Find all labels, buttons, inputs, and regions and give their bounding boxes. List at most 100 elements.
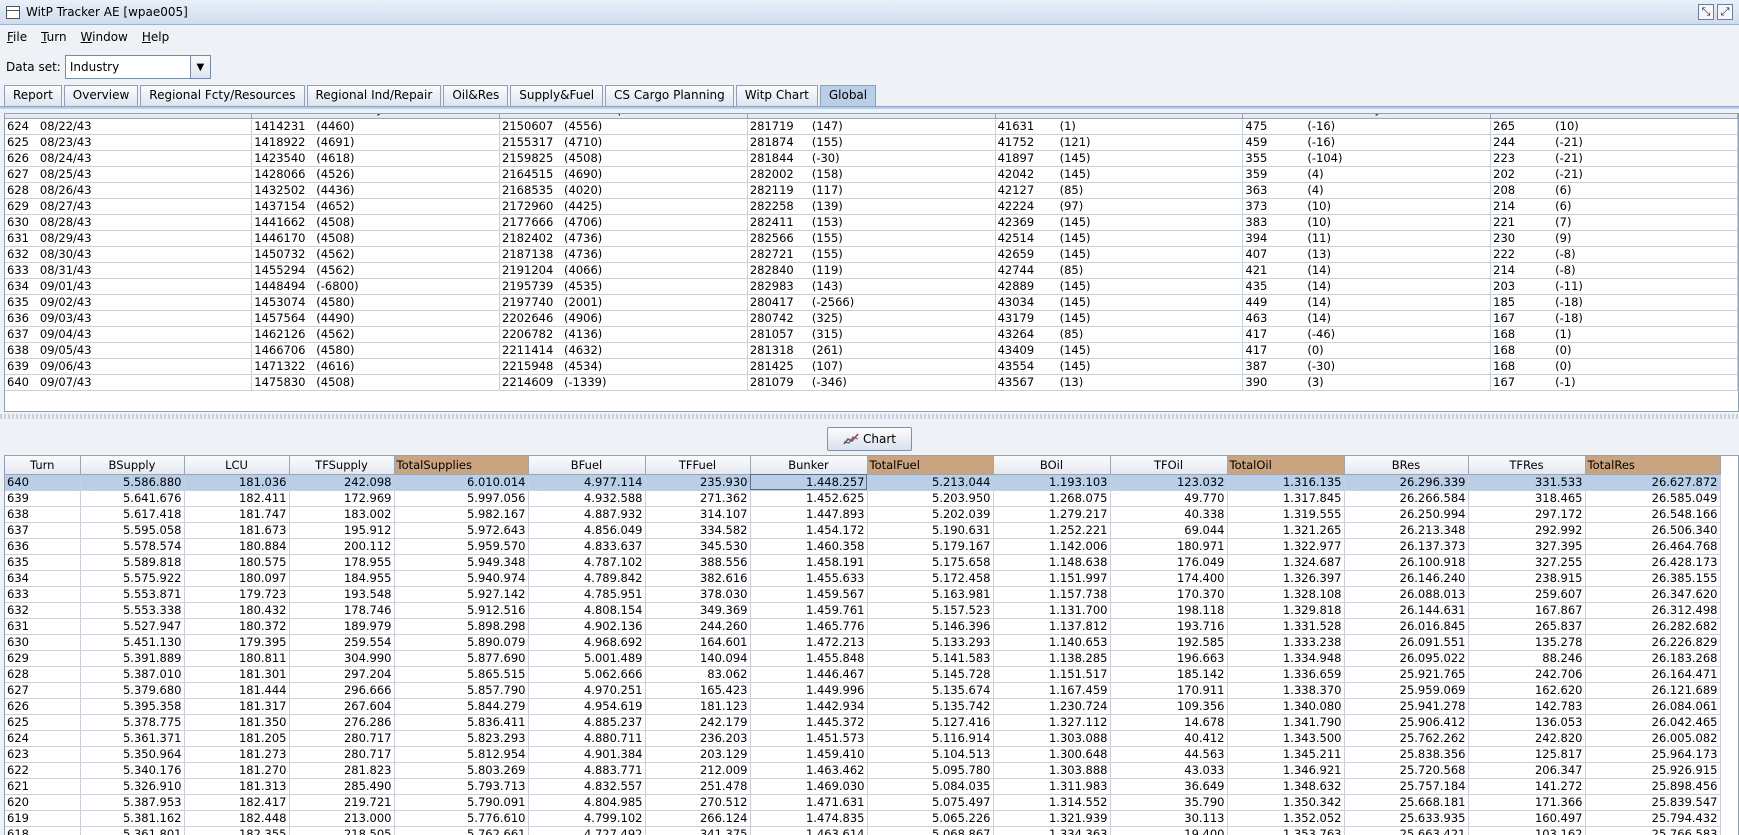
bottom-table-panel[interactable]: Turn BSupply LCU TFSupply TotalSupplies BFuel… — [4, 455, 1739, 835]
cell-boil: 1.314.552 — [993, 794, 1111, 811]
table-row[interactable]: 628 5.387.010 181.301 297.204 5.865.515 5.062… — [5, 666, 1721, 683]
chart-button[interactable]: Chart — [827, 427, 912, 451]
column-header-totaloil[interactable]: TotalOil — [1227, 456, 1345, 475]
table-row[interactable]: 636 5.578.574 180.884 200.112 5.959.570 4.833… — [5, 538, 1721, 555]
table-row[interactable]: 622 5.340.176 181.270 281.823 5.803.269 4.883… — [5, 762, 1721, 779]
splitter-handle[interactable] — [0, 414, 1739, 419]
cell-totalres: 25.964.173 — [1585, 746, 1721, 763]
menu-turn[interactable]: Turn — [34, 30, 73, 44]
cell-bfuel: 4.968.692 — [528, 634, 646, 651]
table-row[interactable]: 634 5.575.922 180.097 184.955 5.940.974 4.789… — [5, 570, 1721, 587]
table-row[interactable]: 640 09/07/43 1475830 (4508) 2214609 (-1339) 2… — [5, 374, 1738, 391]
menu-window[interactable]: Window — [74, 30, 135, 44]
chevron-down-icon[interactable]: ▼ — [189, 56, 210, 78]
tab-cs-cargo-planning[interactable]: CS Cargo Planning — [605, 85, 734, 106]
table-row[interactable]: 628 08/26/43 1432502 (4436) 2168535 (4020) 28… — [5, 182, 1738, 199]
cell-lcu: 182.355 — [184, 826, 290, 835]
column-header-totalfuel[interactable]: TotalFuel — [867, 456, 994, 475]
dataset-select[interactable]: Industry ▼ — [64, 55, 211, 79]
total-value: 43034 — [997, 294, 1035, 309]
tab-overview[interactable]: Overview — [63, 85, 139, 106]
table-row[interactable]: 637 09/04/43 1462126 (4562) 2206782 (4136) 28… — [5, 326, 1738, 343]
column-header-totalsupplies[interactable]: TotalSupplies — [394, 456, 529, 475]
tab-report[interactable]: Report — [4, 85, 62, 106]
table-row[interactable]: 632 5.553.338 180.432 178.746 5.912.516 4.808… — [5, 602, 1721, 619]
value-cell: 394 (11) — [1242, 230, 1492, 247]
table-row[interactable]: 640 5.586.880 181.036 242.098 6.010.014 4.977… — [5, 474, 1721, 491]
table-row[interactable]: 624 5.361.371 181.205 280.717 5.823.293 4.880… — [5, 730, 1721, 747]
table-row[interactable]: 639 5.641.676 182.411 172.969 5.997.056 4.932… — [5, 490, 1721, 507]
table-row[interactable]: 625 08/23/43 1418922 (4691) 2155317 (4710) 28… — [5, 134, 1738, 151]
column-header-totalres[interactable]: TotalRes — [1585, 456, 1721, 475]
tab-regional-ind-repair[interactable]: Regional Ind/Repair — [306, 85, 442, 106]
table-row[interactable]: 630 08/28/43 1441662 (4508) 2177666 (4706) 28… — [5, 214, 1738, 231]
table-row[interactable]: 626 08/24/43 1423540 (4618) 2159825 (4508) 28… — [5, 150, 1738, 167]
value-cell: 359 (4) — [1242, 166, 1492, 183]
table-row[interactable]: 636 09/03/43 1457564 (4490) 2202646 (4906) 28… — [5, 310, 1738, 327]
value-cell: 2214609 (-1339) — [499, 374, 748, 391]
table-row[interactable]: 631 5.527.947 180.372 189.979 5.898.298 4.902… — [5, 618, 1721, 635]
cell-bres: 25.663.421 — [1344, 826, 1469, 835]
table-row[interactable]: 618 5.361.801 182.355 218.505 5.762.661 4.727… — [5, 826, 1721, 835]
restore-icon[interactable]: ⤡ — [1698, 4, 1714, 20]
tab-supply-fuel[interactable]: Supply&Fuel — [510, 85, 604, 106]
tab-oil-res[interactable]: Oil&Res — [443, 85, 509, 106]
column-header-bfuel[interactable]: BFuel — [528, 456, 646, 475]
table-row[interactable]: 621 5.326.910 181.313 285.490 5.793.713 4.832… — [5, 778, 1721, 795]
menu-help[interactable]: Help — [135, 30, 176, 44]
column-header-tffuel[interactable]: TFFuel — [645, 456, 751, 475]
table-row[interactable]: 638 09/05/43 1466706 (4580) 2211414 (4632) 28… — [5, 342, 1738, 359]
cell-lcu: 181.313 — [184, 778, 290, 795]
table-row[interactable]: 632 08/30/43 1450732 (4562) 2187138 (4736) 28… — [5, 246, 1738, 263]
table-row[interactable]: 634 09/01/43 1448494 (-6800) 2195739 (4535) 2… — [5, 278, 1738, 295]
column-header-bres[interactable]: BRes — [1344, 456, 1469, 475]
table-row[interactable]: 627 5.379.680 181.444 296.666 5.857.790 4.970… — [5, 682, 1721, 699]
table-row[interactable]: 629 08/27/43 1437154 (4652) 2172960 (4425) 28… — [5, 198, 1738, 215]
turn-cell: 633 08/31/43 — [5, 262, 253, 279]
cell-totaloil: 1.350.342 — [1227, 794, 1345, 811]
table-row[interactable]: 633 08/31/43 1455294 (4562) 2191204 (4066) 28… — [5, 262, 1738, 279]
cell-bsupply: 5.395.358 — [80, 698, 185, 715]
column-header-tfres[interactable]: TFRes — [1468, 456, 1586, 475]
tab-witp-chart[interactable]: Witp Chart — [735, 85, 818, 106]
cell-bunker: 1.474.835 — [750, 810, 868, 827]
table-row[interactable]: 635 5.589.818 180.575 178.955 5.949.348 4.787… — [5, 554, 1721, 571]
total-value: 281318 — [749, 342, 794, 357]
tab-regional-fcty-resources[interactable]: Regional Fcty/Resources — [140, 85, 305, 106]
table-row[interactable]: 619 5.381.162 182.448 213.000 5.776.610 4.799… — [5, 810, 1721, 827]
table-row[interactable]: 626 5.395.358 181.317 267.604 5.844.279 4.954… — [5, 698, 1721, 715]
cell-totalfuel: 5.065.226 — [867, 810, 994, 827]
table-row[interactable]: 631 08/29/43 1446170 (4508) 2182402 (4736) 28… — [5, 230, 1738, 247]
menu-file[interactable]: File — [0, 30, 34, 44]
table-row[interactable]: 630 5.451.130 179.395 259.554 5.890.079 4.968… — [5, 634, 1721, 651]
column-header-bsupply[interactable]: BSupply — [80, 456, 185, 475]
column-header-lcu[interactable]: LCU — [184, 456, 290, 475]
table-row[interactable]: 637 5.595.058 181.673 195.912 5.972.643 4.856… — [5, 522, 1721, 539]
column-header-tfoil[interactable]: TFOil — [1110, 456, 1228, 475]
delta-value: (4562) — [316, 246, 355, 261]
table-row[interactable]: 624 08/22/43 1414231 (4460) 2150607 (4556) 28… — [5, 118, 1738, 135]
delta-value: (4508) — [564, 150, 603, 165]
table-row[interactable]: 625 5.378.775 181.350 276.286 5.836.411 4.885… — [5, 714, 1721, 731]
top-table-panel[interactable]: TurnHeavy IndManpowerArmVehNavyMerchant … — [4, 113, 1739, 412]
table-row[interactable]: 629 5.391.889 180.811 304.990 5.877.690 5.001… — [5, 650, 1721, 667]
tab-global[interactable]: Global — [819, 85, 877, 106]
table-row[interactable]: 635 09/02/43 1453074 (4580) 2197740 (2001) 28… — [5, 294, 1738, 311]
table-row[interactable]: 639 09/06/43 1471322 (4616) 2215948 (4534) 28… — [5, 358, 1738, 375]
table-row[interactable]: 620 5.387.953 182.417 219.721 5.790.091 4.804… — [5, 794, 1721, 811]
value-cell: 202 (-21) — [1490, 166, 1738, 183]
column-header-turn[interactable]: Turn — [5, 456, 81, 475]
table-row[interactable]: 638 5.617.418 181.747 183.002 5.982.167 4.887… — [5, 506, 1721, 523]
total-value: 1457564 — [254, 310, 306, 325]
cell-tfsupply: 193.548 — [289, 586, 395, 603]
table-row[interactable]: 627 08/25/43 1428066 (4526) 2164515 (4690) 28… — [5, 166, 1738, 183]
table-row[interactable]: 633 5.553.871 179.723 193.548 5.927.142 4.785… — [5, 586, 1721, 603]
table-row[interactable]: 623 5.350.964 181.273 280.717 5.812.954 4.901… — [5, 746, 1721, 763]
maximize-icon[interactable]: ⤢ — [1717, 4, 1733, 20]
turn-cell: 638 09/05/43 — [5, 342, 253, 359]
column-header-bunker[interactable]: Bunker — [750, 456, 868, 475]
delta-value: (-8) — [1555, 262, 1576, 277]
column-header-tfsupply[interactable]: TFSupply — [289, 456, 395, 475]
column-header-boil[interactable]: BOil — [993, 456, 1111, 475]
delta-value: (2001) — [564, 294, 603, 309]
